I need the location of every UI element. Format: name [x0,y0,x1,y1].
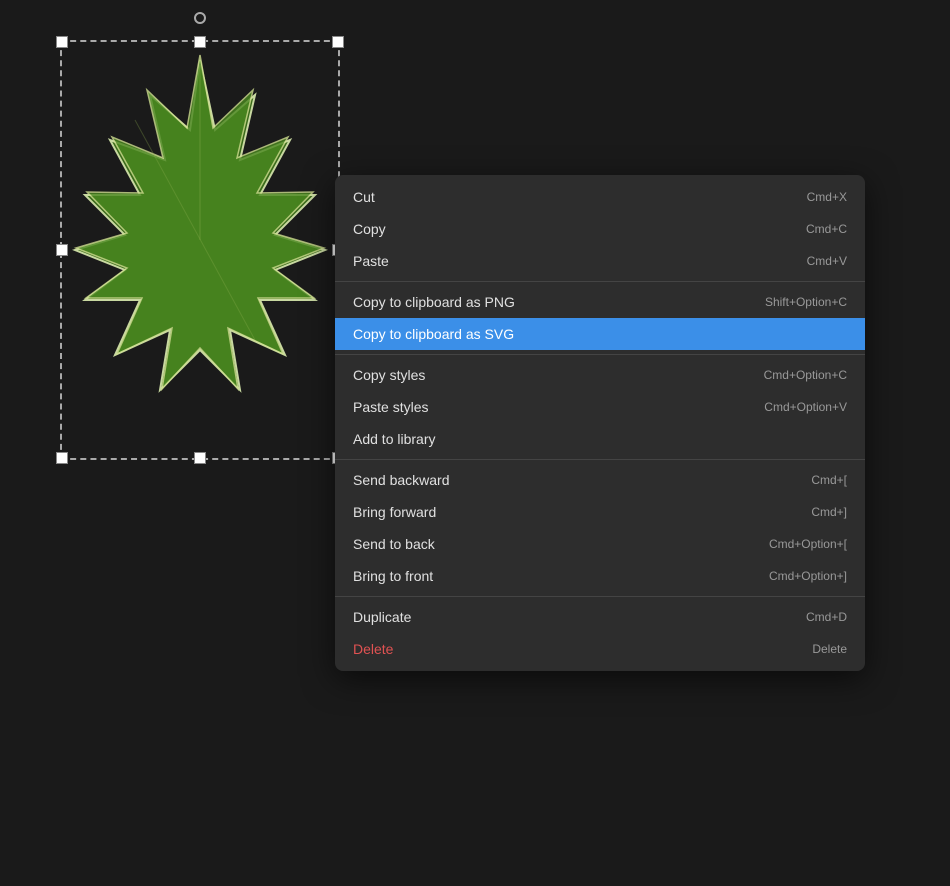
handle-bottom-left[interactable] [56,452,68,464]
menu-label-cut: Cut [353,189,375,205]
divider-1 [335,281,865,282]
menu-shortcut-paste-styles: Cmd+Option+V [764,400,847,414]
handle-bottom-middle[interactable] [194,452,206,464]
menu-label-paste: Paste [353,253,389,269]
menu-shortcut-copy-styles: Cmd+Option+C [764,368,847,382]
menu-label-copy-svg: Copy to clipboard as SVG [353,326,514,342]
menu-label-send-backward: Send backward [353,472,450,488]
menu-item-cut[interactable]: Cut Cmd+X [335,181,865,213]
handle-top-right[interactable] [332,36,344,48]
divider-4 [335,596,865,597]
menu-item-send-backward[interactable]: Send backward Cmd+[ [335,464,865,496]
menu-label-bring-front: Bring to front [353,568,433,584]
rotation-handle[interactable] [194,12,206,24]
menu-shortcut-duplicate: Cmd+D [806,610,847,624]
menu-shortcut-bring-forward: Cmd+] [811,505,847,519]
menu-shortcut-send-backward: Cmd+[ [811,473,847,487]
menu-label-bring-forward: Bring forward [353,504,436,520]
menu-item-add-library[interactable]: Add to library [335,423,865,455]
menu-item-paste[interactable]: Paste Cmd+V [335,245,865,277]
menu-label-copy-png: Copy to clipboard as PNG [353,294,515,310]
handle-middle-left[interactable] [56,244,68,256]
menu-shortcut-cut: Cmd+X [807,190,847,204]
menu-item-copy-styles[interactable]: Copy styles Cmd+Option+C [335,359,865,391]
menu-item-delete[interactable]: Delete Delete [335,633,865,665]
menu-label-copy: Copy [353,221,386,237]
menu-shortcut-paste: Cmd+V [807,254,847,268]
handle-top-left[interactable] [56,36,68,48]
menu-shortcut-copy-png: Shift+Option+C [765,295,847,309]
divider-3 [335,459,865,460]
handle-top-middle[interactable] [194,36,206,48]
menu-item-copy-svg[interactable]: Copy to clipboard as SVG [335,318,865,350]
menu-item-duplicate[interactable]: Duplicate Cmd+D [335,601,865,633]
menu-item-send-back[interactable]: Send to back Cmd+Option+[ [335,528,865,560]
selection-box [60,40,340,460]
menu-shortcut-bring-front: Cmd+Option+] [769,569,847,583]
menu-shortcut-delete: Delete [812,642,847,656]
menu-label-copy-styles: Copy styles [353,367,425,383]
context-menu: Cut Cmd+X Copy Cmd+C Paste Cmd+V Copy to… [335,175,865,671]
menu-label-send-back: Send to back [353,536,435,552]
menu-shortcut-send-back: Cmd+Option+[ [769,537,847,551]
menu-label-duplicate: Duplicate [353,609,411,625]
menu-label-paste-styles: Paste styles [353,399,428,415]
menu-item-bring-forward[interactable]: Bring forward Cmd+] [335,496,865,528]
menu-label-delete: Delete [353,641,393,657]
canvas: Cut Cmd+X Copy Cmd+C Paste Cmd+V Copy to… [0,0,950,886]
menu-shortcut-copy: Cmd+C [806,222,847,236]
menu-item-copy-png[interactable]: Copy to clipboard as PNG Shift+Option+C [335,286,865,318]
menu-item-bring-front[interactable]: Bring to front Cmd+Option+] [335,560,865,592]
menu-item-copy[interactable]: Copy Cmd+C [335,213,865,245]
divider-2 [335,354,865,355]
menu-label-add-library: Add to library [353,431,435,447]
menu-item-paste-styles[interactable]: Paste styles Cmd+Option+V [335,391,865,423]
